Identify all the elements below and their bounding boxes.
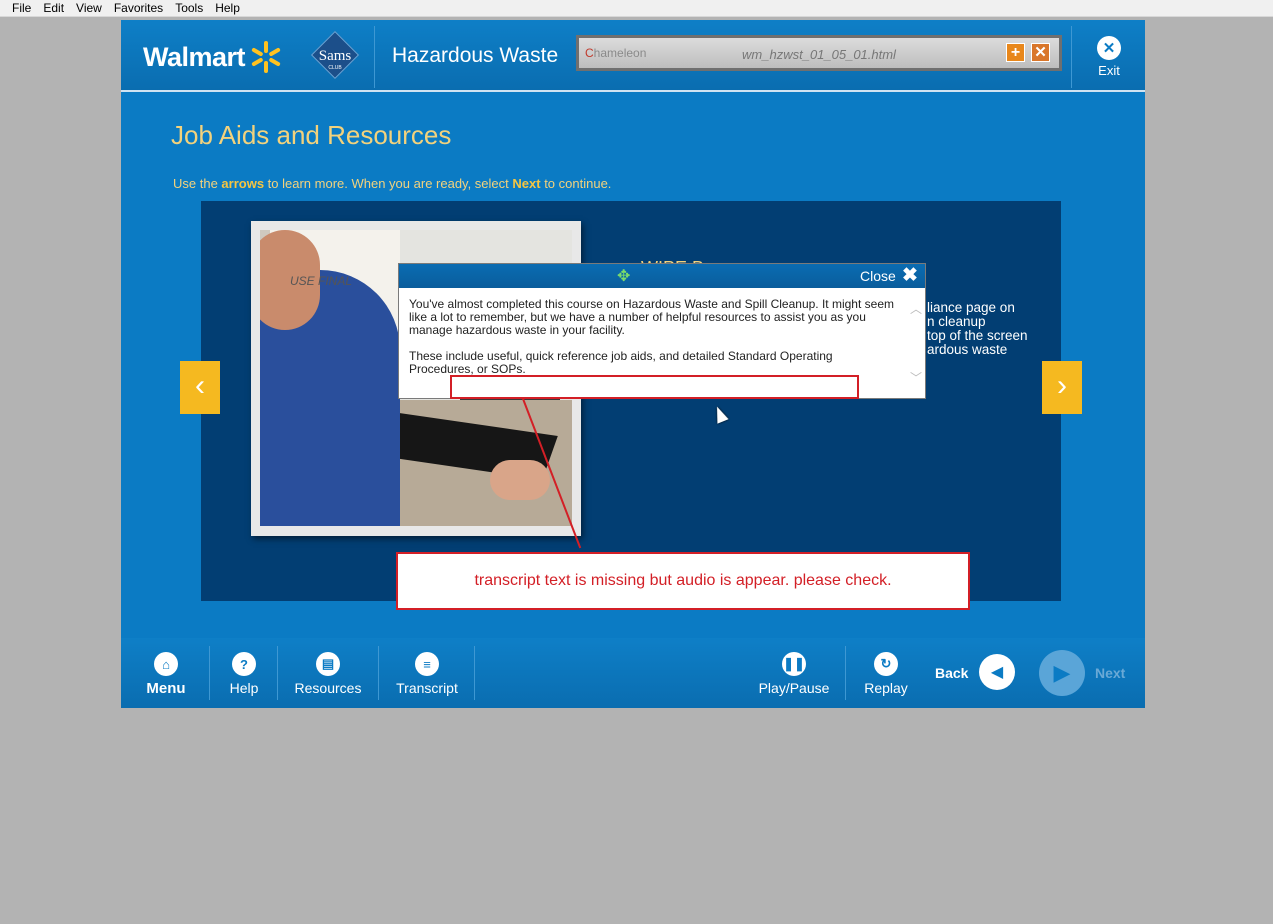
play-left-icon: ◀ [990,664,1004,681]
section-body: liance page on n cleanup top of the scre… [927,300,1028,357]
help-icon: ? [232,652,256,676]
transcript-button[interactable]: ≡ Transcript [393,652,461,696]
annotation-highlight-box [450,375,859,399]
pause-icon: ❚❚ [782,652,806,676]
help-button[interactable]: ? Help [224,652,264,696]
previous-arrow-button[interactable]: ‹ [180,361,220,414]
review-filename: wm_hzwst_01_05_01.html [742,47,896,62]
resources-label: Resources [294,680,362,696]
header-divider [374,26,375,88]
page-title: Job Aids and Resources [171,120,452,150]
popup-titlebar[interactable]: ✥ Close ✖ [399,264,925,288]
walmart-wordmark: Walmart [143,41,246,72]
photo-label: USE FINAL [290,274,353,288]
menu-button[interactable]: ⌂ Menu [143,652,189,697]
scroll-up-icon[interactable]: ︿ [909,300,923,317]
play-pause-button[interactable]: ❚❚ Play/Pause [757,652,831,696]
course-header: Walmart Sams CLUB Hazardous Waste Chamel… [121,20,1145,92]
annotation-note-text: transcript text is missing but audio is … [474,572,892,589]
sams-logo-sub: CLUB [328,65,342,71]
course-title: Hazardous Waste [392,44,559,67]
chevron-right-icon: › [1057,369,1067,402]
document-icon: ▤ [316,652,340,676]
course-footer: ⌂ Menu ? Help ▤ Resources ≡ Transcript ❚… [121,638,1145,708]
close-review-button[interactable]: ✕ [1031,43,1050,62]
scroll-down-icon[interactable]: ﹀ [909,369,923,386]
play-right-icon: ▶ [1053,660,1071,685]
walmart-logo: Walmart [143,40,283,74]
next-button[interactable]: ▶ [1039,650,1085,696]
back-label[interactable]: Back [935,665,968,681]
home-icon: ⌂ [154,652,178,676]
back-button[interactable]: ◀ [979,654,1015,690]
sams-club-logo: Sams CLUB [310,30,360,82]
popup-close-label[interactable]: Close [860,268,896,284]
replay-label: Replay [864,680,908,696]
move-icon[interactable]: ✥ [617,266,630,286]
browser-menubar: File Edit View Favorites Tools Help [0,0,1273,17]
menu-help[interactable]: Help [209,1,246,16]
header-divider [1071,26,1072,88]
transcript-label: Transcript [396,680,458,696]
popup-scrollbar[interactable]: ︿ ﹀ [909,300,923,388]
chevron-left-icon: ‹ [195,369,205,402]
exit-button[interactable]: ✕ Exit [1091,36,1127,78]
replay-button[interactable]: ↻ Replay [861,652,911,696]
list-icon: ≡ [415,652,439,676]
menu-edit[interactable]: Edit [37,1,70,16]
walmart-spark-icon [249,40,283,74]
replay-icon: ↻ [874,652,898,676]
annotation-note: transcript text is missing but audio is … [396,552,970,610]
menu-tools[interactable]: Tools [169,1,209,16]
help-label: Help [229,680,259,696]
exit-label: Exit [1098,63,1120,78]
close-icon: ✕ [1097,36,1121,60]
instruction-text: Use the arrows to learn more. When you a… [173,176,612,191]
content-stage: USE FINAL WIPE B liance page on n cleanu… [201,201,1061,601]
menu-view[interactable]: View [70,1,108,16]
menu-label: Menu [146,680,186,697]
menu-file[interactable]: File [0,1,37,16]
resources-button[interactable]: ▤ Resources [291,652,365,696]
review-tool-bar: Chameleon wm_hzwst_01_05_01.html + ✕ [576,35,1062,71]
play-pause-label: Play/Pause [758,680,830,696]
popup-paragraph: You've almost completed this course on H… [409,297,894,337]
menu-favorites[interactable]: Favorites [108,1,169,16]
close-icon[interactable]: ✖ [902,266,918,286]
next-label[interactable]: Next [1095,665,1125,681]
popup-paragraph: These include useful, quick reference jo… [409,349,833,376]
next-arrow-button[interactable]: › [1042,361,1082,414]
add-comment-button[interactable]: + [1006,43,1025,62]
sams-logo-text: Sams [318,48,352,64]
